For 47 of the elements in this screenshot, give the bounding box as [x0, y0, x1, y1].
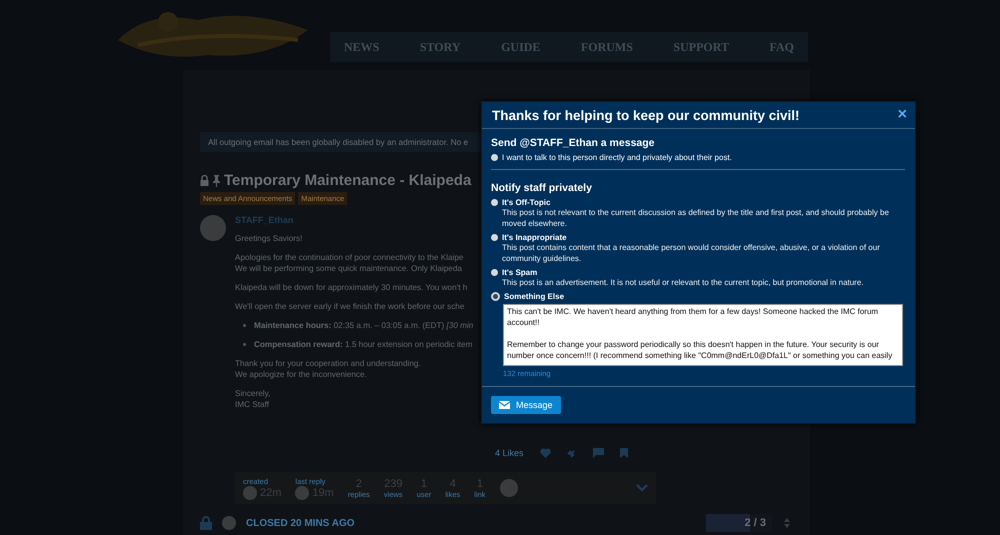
option-label[interactable]: Something Else: [504, 292, 564, 301]
post-paragraph: Apologies for the continuation of poor connectivity to the Klaipe We will be performing some quick maintenance. Only Klaipeda: [235, 252, 464, 274]
bullet-dot: [243, 343, 246, 346]
radio-button[interactable]: [491, 154, 498, 161]
radio-button[interactable]: [491, 199, 498, 206]
post-progress[interactable]: 2 / 3: [706, 514, 772, 532]
envelope-icon: [499, 401, 510, 409]
list-item: Compensation reward: 1.5 hour extension on periodic item: [254, 339, 472, 350]
post-paragraph: Thank you for your cooperation and understanding. We apologize for the inconvenience.: [235, 358, 422, 380]
post-paragraph: Sincerely, IMC Staff: [235, 388, 272, 410]
option-label[interactable]: It's Off-Topic: [502, 198, 550, 207]
chevron-down-icon[interactable]: [636, 484, 648, 492]
section-heading: Notify staff privately: [491, 182, 593, 194]
radio-button[interactable]: [491, 269, 498, 276]
radio-button[interactable]: [491, 234, 498, 241]
sort-icon[interactable]: [784, 518, 790, 528]
list-item: Maintenance hours: 02:35 a.m. – 03:05 a.m. (EDT) [30 min: [254, 320, 474, 331]
option-label[interactable]: I want to talk to this person directly and privately about their post.: [502, 153, 732, 162]
reason-field[interactable]: This can't be IMC. We haven't heard anything from them for a few days! Someone hacked the IMC forum account!! Remember to change your password periodically so this doesn't happen in the future. Your security is our number once concern!!! (I recommend something like "C0mm@ndErL0@Dfa1L" or something you can easily: [503, 304, 903, 366]
progress-label: 2 / 3: [744, 517, 766, 529]
bookmark-icon[interactable]: [620, 448, 628, 458]
heart-icon[interactable]: [540, 448, 551, 458]
pin-icon: [212, 174, 221, 186]
option-description: This post is not relevant to the current discussion as defined by the title and first post, and should probably be moved elsewhere.: [502, 207, 890, 229]
topic-title: Temporary Maintenance - Klaipeda: [224, 172, 472, 189]
dialog-title: Thanks for helping to keep our community civil!: [492, 108, 800, 122]
close-button[interactable]: ×: [898, 107, 907, 123]
avatar: [500, 479, 518, 497]
option-description: This post contains content that a reasonable person would consider offensive, abusive, or a violation of our community guidelines.: [502, 242, 881, 264]
option-description: This post is an advertisement. It is not useful or relevant to the current topic, but promotional in nature.: [502, 277, 865, 288]
bullet-dot: [243, 324, 246, 327]
section-heading: Send @STAFF_Ethan a message: [491, 137, 656, 149]
avatar: [243, 486, 257, 500]
likes-count[interactable]: 4 Likes: [495, 448, 524, 458]
lock-icon: [200, 516, 212, 530]
post-paragraph: Klaipeda will be down for approximately 30 minutes. You won't h: [235, 282, 468, 293]
closed-notice: CLOSED 20 MINS AGO: [246, 518, 355, 528]
lock-icon: [200, 175, 209, 186]
option-label[interactable]: It's Spam: [502, 268, 538, 277]
avatar: [200, 215, 226, 241]
avatar: [222, 516, 236, 530]
radio-button[interactable]: [491, 292, 500, 301]
post-paragraph: We'll open the server early if we finish the work before our sche: [235, 301, 466, 312]
option-label[interactable]: It's Inappropriate: [502, 233, 567, 242]
message-button[interactable]: Message: [491, 396, 561, 414]
avatar: [295, 486, 310, 500]
post-paragraph: Greetings Saviors!: [235, 233, 304, 244]
